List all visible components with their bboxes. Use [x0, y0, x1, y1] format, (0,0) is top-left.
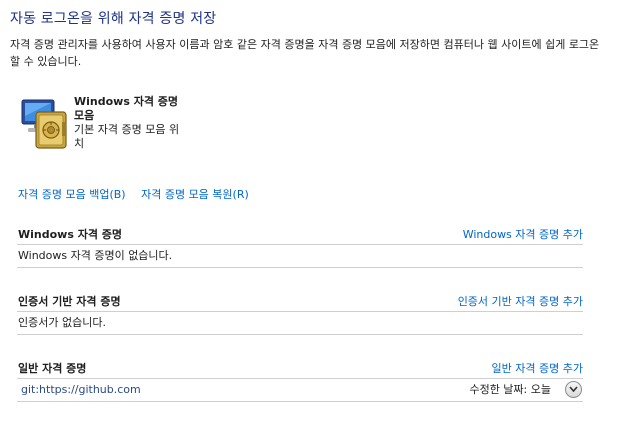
windows-credentials-header: Windows 자격 증명 Windows 자격 증명 추가	[17, 226, 583, 245]
certificate-credentials-section: 인증서 기반 자격 증명 인증서 기반 자격 증명 추가 인증서가 없습니다.	[17, 293, 583, 335]
page-description: 자격 증명 관리자를 사용하여 사용자 이름과 암호 같은 자격 증명을 자격 …	[10, 38, 600, 68]
credential-modified-date: 수정한 날짜: 오늘	[469, 383, 551, 396]
list-item[interactable]: git:https://github.com 수정한 날짜: 오늘	[17, 379, 583, 402]
windows-credentials-empty: Windows 자격 증명이 없습니다.	[17, 245, 583, 268]
certificate-credentials-empty: 인증서가 없습니다.	[17, 312, 583, 335]
page-title: 자동 로그온을 위해 자격 증명 저장	[10, 11, 217, 27]
vault-actions: 자격 증명 모음 백업(B) 자격 증명 모음 복원(R)	[18, 186, 249, 202]
add-windows-credential-link[interactable]: Windows 자격 증명 추가	[463, 226, 583, 242]
vault-title: Windows 자격 증명 모음	[74, 95, 179, 122]
chevron-down-icon[interactable]	[565, 381, 582, 398]
add-certificate-credential-link[interactable]: 인증서 기반 자격 증명 추가	[458, 293, 583, 309]
credential-name[interactable]: git:https://github.com	[21, 379, 141, 401]
generic-credentials-section: 일반 자격 증명 일반 자격 증명 추가 git:https://github.…	[17, 360, 583, 402]
backup-vault-link[interactable]: 자격 증명 모음 백업(B)	[18, 188, 126, 201]
certificate-credentials-title: 인증서 기반 자격 증명	[18, 295, 121, 308]
generic-credentials-header: 일반 자격 증명 일반 자격 증명 추가	[17, 360, 583, 379]
credential-vault-info: Windows 자격 증명 모음 기본 자격 증명 모음 위치	[74, 95, 189, 151]
credential-vault-icon	[20, 94, 72, 152]
windows-credentials-section: Windows 자격 증명 Windows 자격 증명 추가 Windows 자…	[17, 226, 583, 268]
windows-credentials-title: Windows 자격 증명	[18, 228, 123, 241]
certificate-credentials-header: 인증서 기반 자격 증명 인증서 기반 자격 증명 추가	[17, 293, 583, 312]
add-generic-credential-link[interactable]: 일반 자격 증명 추가	[492, 360, 583, 376]
generic-credentials-title: 일반 자격 증명	[18, 362, 87, 375]
restore-vault-link[interactable]: 자격 증명 모음 복원(R)	[141, 188, 249, 201]
vault-subtitle: 기본 자격 증명 모음 위치	[74, 123, 180, 150]
